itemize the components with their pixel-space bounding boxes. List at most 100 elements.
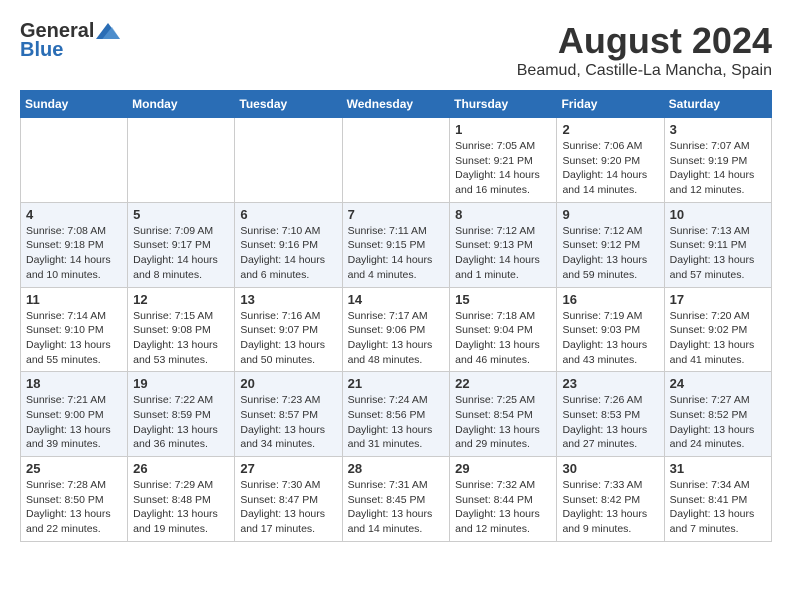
day-number: 27 [240,461,336,476]
day-number: 5 [133,207,229,222]
day-info: Sunrise: 7:30 AM Sunset: 8:47 PM Dayligh… [240,478,336,537]
calendar-table: SundayMondayTuesdayWednesdayThursdayFrid… [20,90,772,542]
day-number: 30 [562,461,658,476]
day-info: Sunrise: 7:18 AM Sunset: 9:04 PM Dayligh… [455,309,551,368]
day-info: Sunrise: 7:12 AM Sunset: 9:13 PM Dayligh… [455,224,551,283]
calendar-cell [21,118,128,203]
day-number: 20 [240,376,336,391]
day-info: Sunrise: 7:28 AM Sunset: 8:50 PM Dayligh… [26,478,122,537]
day-info: Sunrise: 7:05 AM Sunset: 9:21 PM Dayligh… [455,139,551,198]
day-info: Sunrise: 7:31 AM Sunset: 8:45 PM Dayligh… [348,478,445,537]
weekday-header-wednesday: Wednesday [342,91,450,118]
calendar-cell: 19Sunrise: 7:22 AM Sunset: 8:59 PM Dayli… [128,372,235,457]
day-info: Sunrise: 7:09 AM Sunset: 9:17 PM Dayligh… [133,224,229,283]
calendar-cell: 29 Sunrise: 7:32 AM Sunset: 8:44 PM Dayli… [450,457,557,542]
weekday-header-saturday: Saturday [664,91,771,118]
day-info: Sunrise: 7:07 AM Sunset: 9:19 PM Dayligh… [670,139,766,198]
calendar-cell: 22Sunrise: 7:25 AM Sunset: 8:54 PM Dayli… [450,372,557,457]
calendar-cell: 10 Sunrise: 7:13 AM Sunset: 9:11 PM Dayli… [664,202,771,287]
calendar-cell: 26 Sunrise: 7:29 AM Sunset: 8:48 PM Dayli… [128,457,235,542]
day-number: 6 [240,207,336,222]
weekday-header-row: SundayMondayTuesdayWednesdayThursdayFrid… [21,91,772,118]
day-info: Sunrise: 7:29 AM Sunset: 8:48 PM Dayligh… [133,478,229,537]
day-info: Sunrise: 7:24 AM Sunset: 8:56 PM Dayligh… [348,393,445,452]
day-number: 31 [670,461,766,476]
calendar-cell: 6 Sunrise: 7:10 AM Sunset: 9:16 PM Daylig… [235,202,342,287]
day-number: 4 [26,207,122,222]
calendar-week-1: 1 Sunrise: 7:05 AM Sunset: 9:21 PM Daylig… [21,118,772,203]
day-number: 21 [348,376,445,391]
weekday-header-monday: Monday [128,91,235,118]
day-number: 23 [562,376,658,391]
day-info: Sunrise: 7:19 AM Sunset: 9:03 PM Dayligh… [562,309,658,368]
calendar-cell: 16 Sunrise: 7:19 AM Sunset: 9:03 PM Dayli… [557,287,664,372]
day-number: 29 [455,461,551,476]
day-number: 12 [133,292,229,307]
day-info: Sunrise: 7:34 AM Sunset: 8:41 PM Dayligh… [670,478,766,537]
calendar-cell [342,118,450,203]
day-number: 14 [348,292,445,307]
calendar-cell: 14 Sunrise: 7:17 AM Sunset: 9:06 PM Dayli… [342,287,450,372]
day-info: Sunrise: 7:33 AM Sunset: 8:42 PM Dayligh… [562,478,658,537]
weekday-header-tuesday: Tuesday [235,91,342,118]
day-number: 2 [562,122,658,137]
calendar-cell: 2 Sunrise: 7:06 AM Sunset: 9:20 PM Daylig… [557,118,664,203]
weekday-header-friday: Friday [557,91,664,118]
calendar-cell: 30 Sunrise: 7:33 AM Sunset: 8:42 PM Dayli… [557,457,664,542]
day-number: 16 [562,292,658,307]
weekday-header-thursday: Thursday [450,91,557,118]
day-info: Sunrise: 7:25 AM Sunset: 8:54 PM Dayligh… [455,393,551,452]
day-info: Sunrise: 7:16 AM Sunset: 9:07 PM Dayligh… [240,309,336,368]
calendar-cell: 8Sunrise: 7:12 AM Sunset: 9:13 PM Daylig… [450,202,557,287]
day-number: 3 [670,122,766,137]
day-number: 24 [670,376,766,391]
day-info: Sunrise: 7:21 AM Sunset: 9:00 PM Dayligh… [26,393,122,452]
day-info: Sunrise: 7:13 AM Sunset: 9:11 PM Dayligh… [670,224,766,283]
calendar-cell: 5 Sunrise: 7:09 AM Sunset: 9:17 PM Daylig… [128,202,235,287]
title-area: August 2024 Beamud, Castille-La Mancha, … [517,20,772,80]
day-number: 26 [133,461,229,476]
day-number: 18 [26,376,122,391]
day-number: 9 [562,207,658,222]
calendar-cell [235,118,342,203]
calendar-cell: 7Sunrise: 7:11 AM Sunset: 9:15 PM Daylig… [342,202,450,287]
day-info: Sunrise: 7:32 AM Sunset: 8:44 PM Dayligh… [455,478,551,537]
calendar-week-5: 25 Sunrise: 7:28 AM Sunset: 8:50 PM Dayli… [21,457,772,542]
day-info: Sunrise: 7:08 AM Sunset: 9:18 PM Dayligh… [26,224,122,283]
calendar-cell: 24 Sunrise: 7:27 AM Sunset: 8:52 PM Dayli… [664,372,771,457]
logo-icon [96,23,120,39]
weekday-header-sunday: Sunday [21,91,128,118]
calendar-week-4: 18 Sunrise: 7:21 AM Sunset: 9:00 PM Dayli… [21,372,772,457]
calendar-cell: 27 Sunrise: 7:30 AM Sunset: 8:47 PM Dayli… [235,457,342,542]
day-number: 17 [670,292,766,307]
day-number: 10 [670,207,766,222]
calendar-cell: 9Sunrise: 7:12 AM Sunset: 9:12 PM Daylig… [557,202,664,287]
day-number: 7 [348,207,445,222]
logo-blue: Blue [20,39,63,62]
calendar-cell: 21 Sunrise: 7:24 AM Sunset: 8:56 PM Dayli… [342,372,450,457]
day-number: 19 [133,376,229,391]
day-number: 25 [26,461,122,476]
calendar-cell: 28 Sunrise: 7:31 AM Sunset: 8:45 PM Dayli… [342,457,450,542]
calendar-cell: 25 Sunrise: 7:28 AM Sunset: 8:50 PM Dayli… [21,457,128,542]
calendar-cell: 18 Sunrise: 7:21 AM Sunset: 9:00 PM Dayli… [21,372,128,457]
day-info: Sunrise: 7:10 AM Sunset: 9:16 PM Dayligh… [240,224,336,283]
calendar-cell: 15Sunrise: 7:18 AM Sunset: 9:04 PM Dayli… [450,287,557,372]
calendar-cell: 23 Sunrise: 7:26 AM Sunset: 8:53 PM Dayli… [557,372,664,457]
calendar-cell: 12 Sunrise: 7:15 AM Sunset: 9:08 PM Dayli… [128,287,235,372]
day-number: 28 [348,461,445,476]
day-info: Sunrise: 7:14 AM Sunset: 9:10 PM Dayligh… [26,309,122,368]
day-info: Sunrise: 7:15 AM Sunset: 9:08 PM Dayligh… [133,309,229,368]
day-info: Sunrise: 7:17 AM Sunset: 9:06 PM Dayligh… [348,309,445,368]
day-number: 11 [26,292,122,307]
day-info: Sunrise: 7:27 AM Sunset: 8:52 PM Dayligh… [670,393,766,452]
calendar-cell: 11 Sunrise: 7:14 AM Sunset: 9:10 PM Dayli… [21,287,128,372]
calendar-week-3: 11 Sunrise: 7:14 AM Sunset: 9:10 PM Dayli… [21,287,772,372]
page-header: General Blue August 2024 Beamud, Castill… [20,20,772,80]
day-info: Sunrise: 7:26 AM Sunset: 8:53 PM Dayligh… [562,393,658,452]
calendar-cell: 4 Sunrise: 7:08 AM Sunset: 9:18 PM Daylig… [21,202,128,287]
day-info: Sunrise: 7:06 AM Sunset: 9:20 PM Dayligh… [562,139,658,198]
calendar-cell: 20 Sunrise: 7:23 AM Sunset: 8:57 PM Dayli… [235,372,342,457]
day-number: 1 [455,122,551,137]
day-info: Sunrise: 7:23 AM Sunset: 8:57 PM Dayligh… [240,393,336,452]
